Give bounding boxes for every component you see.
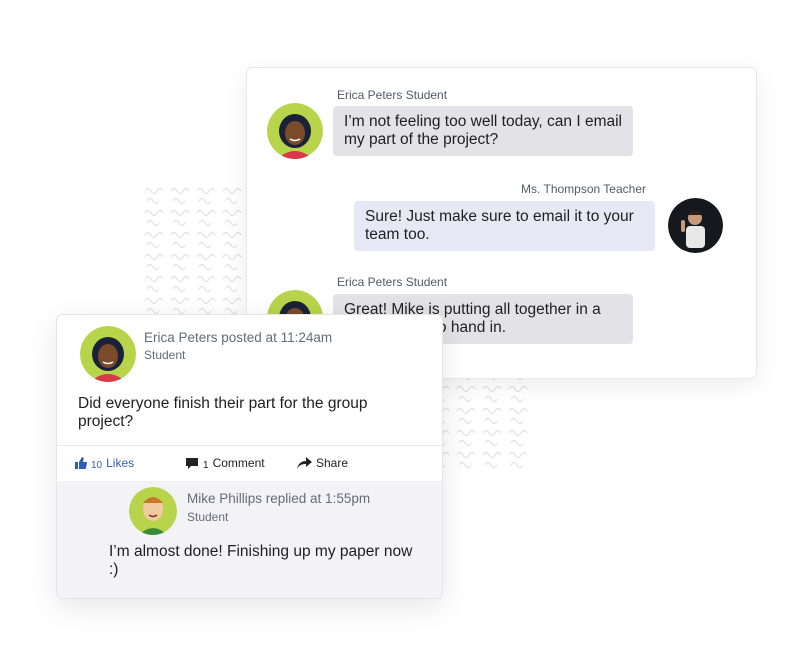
message-bubble: Sure! Just make sure to email it to your… (354, 201, 655, 251)
reply-body: I’m almost done! Finishing up my paper n… (109, 543, 413, 578)
post-author-role: Student (144, 348, 186, 362)
comment-button[interactable]: 1 Comment (185, 456, 265, 471)
erica-avatar (267, 103, 323, 159)
likes-count: 10 (91, 459, 103, 471)
message-sender: Ms. Thompson Teacher (521, 182, 646, 196)
reply-author: Mike Phillips replied at 1:55pm (187, 491, 371, 506)
post-body: Did everyone finish their part for the g… (78, 395, 368, 430)
share-icon (297, 457, 312, 469)
share-label: Share (316, 456, 349, 470)
post-card: Erica Peters posted at 11:24am Student D… (56, 314, 443, 599)
thumbs-up-icon (75, 457, 87, 469)
erica-avatar (80, 326, 136, 382)
share-button[interactable]: Share (297, 456, 348, 470)
reply-author-role: Student (187, 510, 229, 524)
comment-label: Comment (212, 456, 265, 470)
like-button[interactable]: 10 Likes (74, 456, 135, 471)
post-actions: 10 Likes 1 Comment Share (57, 445, 442, 481)
post-author: Erica Peters posted at 11:24am (144, 330, 333, 345)
reply-section: Mike Phillips replied at 1:55pm Student … (57, 481, 442, 598)
comment-icon (186, 457, 198, 469)
mike-avatar (129, 487, 177, 535)
comment-count: 1 (203, 459, 209, 471)
teacher-avatar (668, 198, 723, 253)
message-sender: Erica Peters Student (337, 88, 448, 102)
message-sender: Erica Peters Student (337, 275, 448, 289)
message-bubble: I’m not feeling too well today, can I em… (333, 106, 633, 156)
likes-label: Likes (106, 456, 135, 470)
